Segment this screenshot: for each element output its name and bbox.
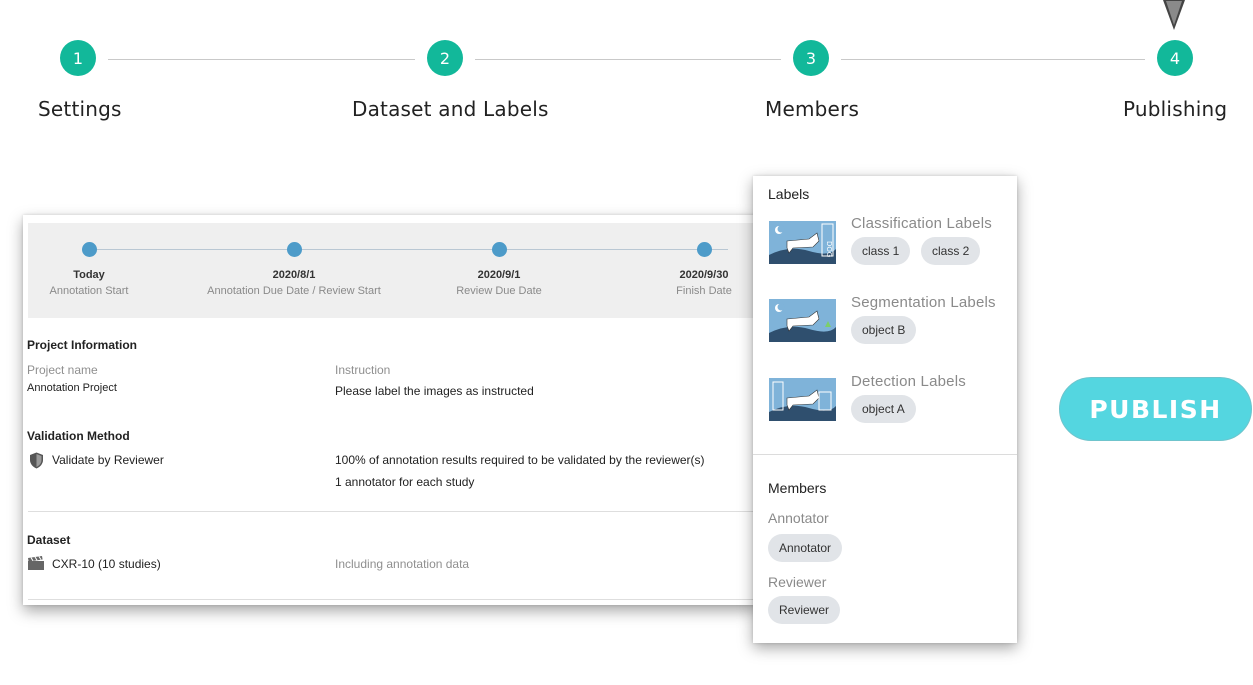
labels-heading: Labels xyxy=(768,186,810,202)
step-3-label[interactable]: Members xyxy=(765,97,859,121)
project-name-value: Annotation Project xyxy=(27,382,117,394)
timeline-dot xyxy=(492,242,507,257)
step-4-circle[interactable]: 4 xyxy=(1157,40,1193,76)
timeline-caption: Annotation Start xyxy=(49,285,129,297)
clapperboard-icon xyxy=(28,556,44,570)
label-chip[interactable]: object A xyxy=(851,395,916,423)
panel-divider xyxy=(753,454,1017,455)
step-2-circle[interactable]: 2 xyxy=(427,40,463,76)
timeline-date: Today xyxy=(73,269,105,281)
segmentation-labels-title: Segmentation Labels xyxy=(851,294,996,311)
detection-labels-title: Detection Labels xyxy=(851,373,966,390)
step-1-circle[interactable]: 1 xyxy=(60,40,96,76)
timeline-caption: Annotation Due Date / Review Start xyxy=(207,285,381,297)
classification-thumbnail-icon: DOG xyxy=(769,221,836,264)
step-3-circle[interactable]: 3 xyxy=(793,40,829,76)
classification-labels-title: Classification Labels xyxy=(851,215,992,232)
label-chip[interactable]: class 2 xyxy=(921,237,981,265)
publish-button[interactable]: PUBLISH xyxy=(1059,377,1252,441)
label-chip[interactable]: object B xyxy=(851,316,917,344)
timeline-caption: Review Due Date xyxy=(456,285,542,297)
timeline-dot xyxy=(697,242,712,257)
timeline-date: 2020/9/30 xyxy=(679,269,729,281)
segmentation-thumbnail-icon xyxy=(769,299,836,342)
member-chip[interactable]: Reviewer xyxy=(768,596,841,624)
detection-thumbnail-icon xyxy=(769,378,836,421)
step-connector xyxy=(841,59,1145,60)
timeline-dot xyxy=(287,242,302,257)
instruction-value: Please label the images as instructed xyxy=(335,384,534,398)
member-chip[interactable]: Annotator xyxy=(768,534,843,562)
project-summary-card: Today Annotation Start 2020/8/1 Annotati… xyxy=(23,215,758,605)
cursor-pointer-marker xyxy=(1163,0,1185,30)
step-connector xyxy=(108,59,130,60)
step-4-label[interactable]: Publishing xyxy=(1123,97,1227,121)
step-2-label[interactable]: Dataset and Labels xyxy=(352,97,549,121)
step-1-label[interactable]: Settings xyxy=(38,97,122,121)
annotators-per-study: 1 annotator for each study xyxy=(335,475,475,489)
timeline-date: 2020/8/1 xyxy=(272,269,316,281)
validation-method-value: Validate by Reviewer xyxy=(52,453,164,467)
step-connector xyxy=(130,59,415,60)
project-information-heading: Project Information xyxy=(27,338,138,352)
svg-text:DOG: DOG xyxy=(825,241,833,257)
section-divider xyxy=(28,511,758,512)
project-timeline: Today Annotation Start 2020/8/1 Annotati… xyxy=(28,223,758,318)
members-heading: Members xyxy=(768,480,827,496)
dataset-note: Including annotation data xyxy=(335,557,470,571)
timeline-line xyxy=(94,249,728,250)
annotator-role-title: Annotator xyxy=(768,510,829,526)
shield-icon xyxy=(29,452,44,469)
project-name-label: Project name xyxy=(27,363,98,377)
step-connector xyxy=(475,59,781,60)
validation-requirement: 100% of annotation results required to b… xyxy=(335,453,705,467)
timeline-date: 2020/9/1 xyxy=(477,269,521,281)
reviewer-role-title: Reviewer xyxy=(768,574,827,590)
validation-method-heading: Validation Method xyxy=(27,429,130,443)
dataset-name: CXR-10 (10 studies) xyxy=(52,557,161,571)
instruction-label: Instruction xyxy=(335,363,391,377)
label-chip[interactable]: class 1 xyxy=(851,237,911,265)
labels-members-panel: Labels DOG Classification Labels class 1… xyxy=(753,176,1017,643)
timeline-dot xyxy=(82,242,97,257)
timeline-caption: Finish Date xyxy=(676,285,732,297)
section-divider xyxy=(28,599,758,600)
dataset-heading: Dataset xyxy=(27,533,71,547)
